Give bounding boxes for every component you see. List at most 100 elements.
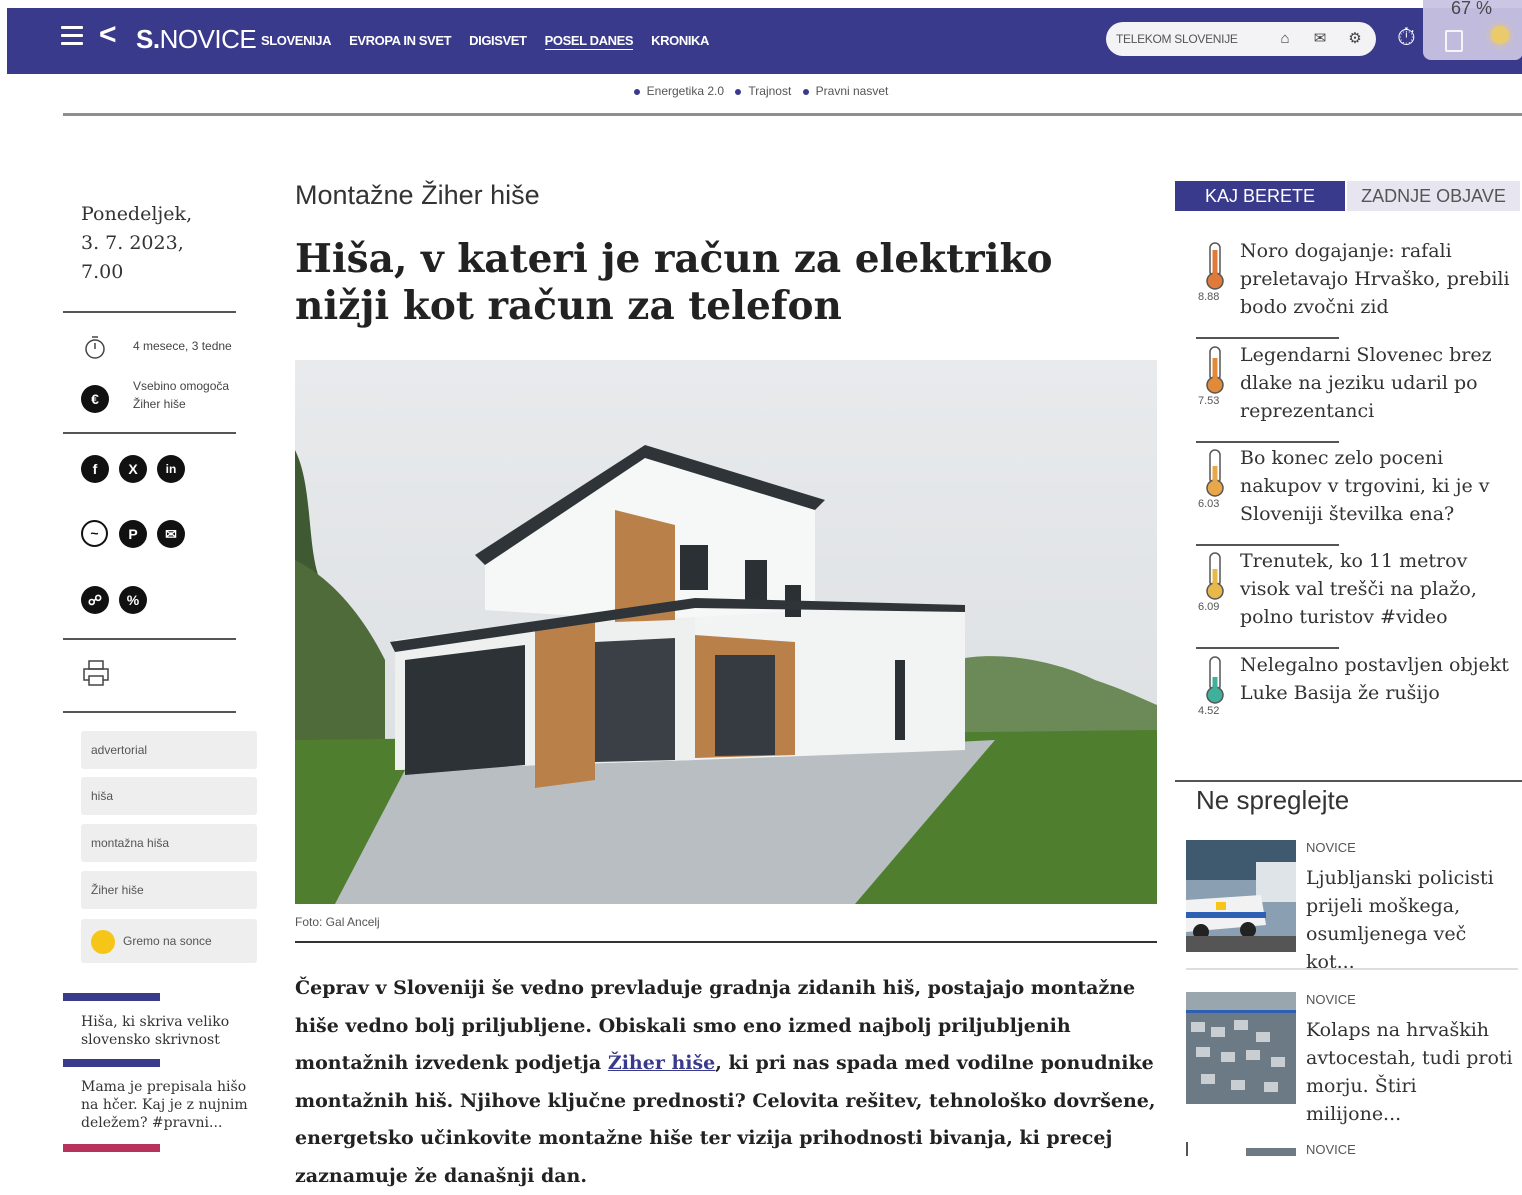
trending-item[interactable]: 7.53 Legendarni Slovenec brez dlake na je… bbox=[1196, 344, 1516, 445]
publish-date: Ponedeljek, 3. 7. 2023, 7.00 bbox=[81, 203, 193, 283]
tab-kaj-berete[interactable]: KAJ BERETE bbox=[1175, 181, 1345, 211]
trending-divider bbox=[1196, 544, 1339, 546]
trending-title[interactable]: Nelegalno postavljen objekt Luke Basija … bbox=[1240, 651, 1510, 707]
trending-item[interactable]: 6.09 Trenutek, ko 11 metrov visok val tre… bbox=[1196, 550, 1516, 651]
trending-score: 7.53 bbox=[1198, 395, 1220, 407]
header-divider bbox=[63, 113, 1522, 116]
dont-miss-heading: Ne spreglejte bbox=[1196, 785, 1350, 815]
card-category: NOVICE bbox=[1306, 840, 1356, 855]
facebook-icon[interactable]: f bbox=[81, 455, 109, 483]
dont-miss-card[interactable]: NOVICE bbox=[1186, 1142, 1516, 1157]
hamburger-menu-icon[interactable] bbox=[61, 26, 83, 46]
system-status-overlay: 67 % bbox=[1423, 0, 1522, 60]
ziher-hise-link[interactable]: Žiher hiše bbox=[608, 1052, 715, 1074]
home-icon[interactable]: ⌂ bbox=[1276, 30, 1294, 48]
main-nav: SLOVENIJA EVROPA IN SVET DIGISVET POSEL … bbox=[261, 33, 709, 50]
thermometer-icon bbox=[1202, 551, 1228, 601]
battery-icon bbox=[1445, 30, 1463, 52]
nav-item-digisvet[interactable]: DIGISVET bbox=[469, 33, 527, 50]
timer-icon[interactable]: ⏱ bbox=[1397, 24, 1416, 52]
subnav-item-energetika[interactable]: Energetika 2.0 bbox=[633, 84, 724, 98]
copy-link-icon[interactable]: ☍ bbox=[81, 586, 109, 614]
nav-item-slovenija[interactable]: SLOVENIJA bbox=[261, 33, 331, 50]
trending-title[interactable]: Bo konec zelo poceni nakupov v trgovini,… bbox=[1240, 444, 1510, 528]
top-bar: < S.NOVICE SLOVENIJA EVROPA IN SVET DIGI… bbox=[7, 8, 1522, 74]
section-divider bbox=[1175, 780, 1522, 782]
nav-item-kronika[interactable]: KRONIKA bbox=[651, 33, 709, 50]
thermometer-icon bbox=[1202, 345, 1228, 395]
tag-montazna-hisa[interactable]: montažna hiša bbox=[81, 824, 257, 862]
card-category: NOVICE bbox=[1306, 1142, 1356, 1157]
tab-zadnje-objave[interactable]: ZADNJE OBJAVE bbox=[1347, 181, 1520, 211]
x-twitter-icon[interactable]: X bbox=[119, 455, 147, 483]
article-kicker: Montažne Žiher hiše bbox=[295, 180, 540, 210]
trending-score: 6.03 bbox=[1198, 498, 1220, 510]
dont-miss-card[interactable]: NOVICE Kolaps na hrvaških avtocestah, tu… bbox=[1186, 992, 1516, 1125]
divider bbox=[63, 311, 236, 313]
site-logo[interactable]: S.NOVICE bbox=[136, 24, 257, 54]
sun-badge-icon bbox=[91, 929, 115, 954]
trending-title[interactable]: Trenutek, ko 11 metrov visok val trešči … bbox=[1240, 547, 1510, 631]
related-accent-bar bbox=[63, 993, 160, 1001]
divider bbox=[63, 638, 236, 640]
gear-icon[interactable]: ⚙ bbox=[1346, 30, 1364, 48]
card-category: NOVICE bbox=[1306, 992, 1356, 1007]
card-title[interactable]: Ljubljanski policisti prijeli moškega, o… bbox=[1306, 864, 1516, 976]
mail-icon[interactable]: ✉ bbox=[1311, 30, 1329, 48]
sub-nav: Energetika 2.0 Trajnost Pravni nasvet bbox=[0, 84, 1522, 98]
trending-title[interactable]: Legendarni Slovenec brez dlake na jeziku… bbox=[1240, 341, 1510, 425]
related-link[interactable]: Hiša, ki skriva veliko slovensko skrivno… bbox=[81, 1013, 256, 1049]
thermometer-icon bbox=[1202, 448, 1228, 498]
article-lead: Čeprav v Sloveniji še vedno prevladuje g… bbox=[295, 977, 1156, 1187]
article-age: 4 mesece, 3 tedne bbox=[133, 339, 232, 353]
tag-advertorial[interactable]: advertorial bbox=[81, 731, 257, 769]
trending-score: 6.09 bbox=[1198, 601, 1220, 613]
sponsor-note: Vsebino omogoča Žiher hiše bbox=[133, 379, 230, 411]
card-thumbnail-police bbox=[1186, 840, 1296, 952]
nav-item-evropa-in-svet[interactable]: EVROPA IN SVET bbox=[349, 33, 451, 50]
trending-divider bbox=[1196, 337, 1339, 339]
linkedin-icon[interactable]: in bbox=[157, 455, 185, 483]
related-accent-bar bbox=[63, 1144, 160, 1152]
account-pill[interactable]: TELEKOM SLOVENIJE ⌂ ✉ ⚙ bbox=[1106, 22, 1376, 56]
divider bbox=[63, 432, 236, 434]
email-share-icon[interactable]: ✉ bbox=[157, 520, 185, 548]
divider bbox=[63, 711, 236, 713]
related-link[interactable]: Mama je prepisala hišo na hčer. Kaj je z… bbox=[81, 1078, 256, 1132]
trending-score: 8.88 bbox=[1198, 291, 1220, 303]
euro-icon: € bbox=[81, 385, 109, 413]
nav-item-posel-danes[interactable]: POSEL DANES bbox=[544, 33, 634, 50]
messenger-icon[interactable]: ~ bbox=[81, 520, 108, 547]
reading-tabs: KAJ BERETE ZADNJE OBJAVE bbox=[1175, 181, 1520, 211]
related-accent-bar bbox=[63, 1059, 160, 1067]
trending-divider bbox=[1196, 647, 1339, 649]
photo-credit: Foto: Gal Ancelj bbox=[295, 915, 380, 929]
card-title[interactable]: Kolaps na hrvaških avtocestah, tudi prot… bbox=[1306, 1016, 1516, 1128]
card-divider bbox=[1186, 968, 1518, 970]
trending-score: 4.52 bbox=[1198, 705, 1220, 717]
card-thumbnail-traffic bbox=[1186, 992, 1296, 1104]
share-other-icon[interactable]: % bbox=[119, 586, 147, 614]
battery-percent: 67 % bbox=[1451, 0, 1493, 18]
subnav-item-pravni-nasvet[interactable]: Pravni nasvet bbox=[802, 84, 888, 98]
thermometer-icon bbox=[1202, 241, 1228, 291]
pinterest-icon[interactable]: P bbox=[119, 520, 147, 548]
trending-item[interactable]: 8.88 Noro dogajanje: rafali preletavajo H… bbox=[1196, 240, 1516, 341]
print-icon[interactable] bbox=[81, 658, 111, 688]
article-headline: Hiša, v kateri je račun za elektriko niž… bbox=[295, 236, 1053, 329]
article-divider bbox=[295, 941, 1157, 943]
tag-hisa[interactable]: hiša bbox=[81, 777, 257, 815]
article-hero-image[interactable] bbox=[295, 360, 1157, 904]
subnav-item-trajnost[interactable]: Trajnost bbox=[735, 84, 791, 98]
trending-divider bbox=[1196, 441, 1339, 443]
dont-miss-card[interactable]: NOVICE Ljubljanski policisti prijeli moš… bbox=[1186, 840, 1518, 973]
tag-ziher-hise[interactable]: Žiher hiše bbox=[81, 871, 257, 909]
tag-gremo-na-sonce[interactable]: Gremo na sonce bbox=[81, 919, 257, 963]
telekom-link[interactable]: TELEKOM SLOVENIJE bbox=[1116, 32, 1238, 46]
thermometer-icon bbox=[1202, 655, 1228, 705]
trending-item[interactable]: 6.03 Bo konec zelo poceni nakupov v trgov… bbox=[1196, 447, 1516, 548]
trending-title[interactable]: Noro dogajanje: rafali preletavajo Hrvaš… bbox=[1240, 237, 1510, 321]
back-icon[interactable]: < bbox=[99, 20, 117, 50]
stopwatch-icon bbox=[81, 333, 109, 361]
trending-item[interactable]: 4.52 Nelegalno postavljen objekt Luke Bas… bbox=[1196, 654, 1516, 755]
